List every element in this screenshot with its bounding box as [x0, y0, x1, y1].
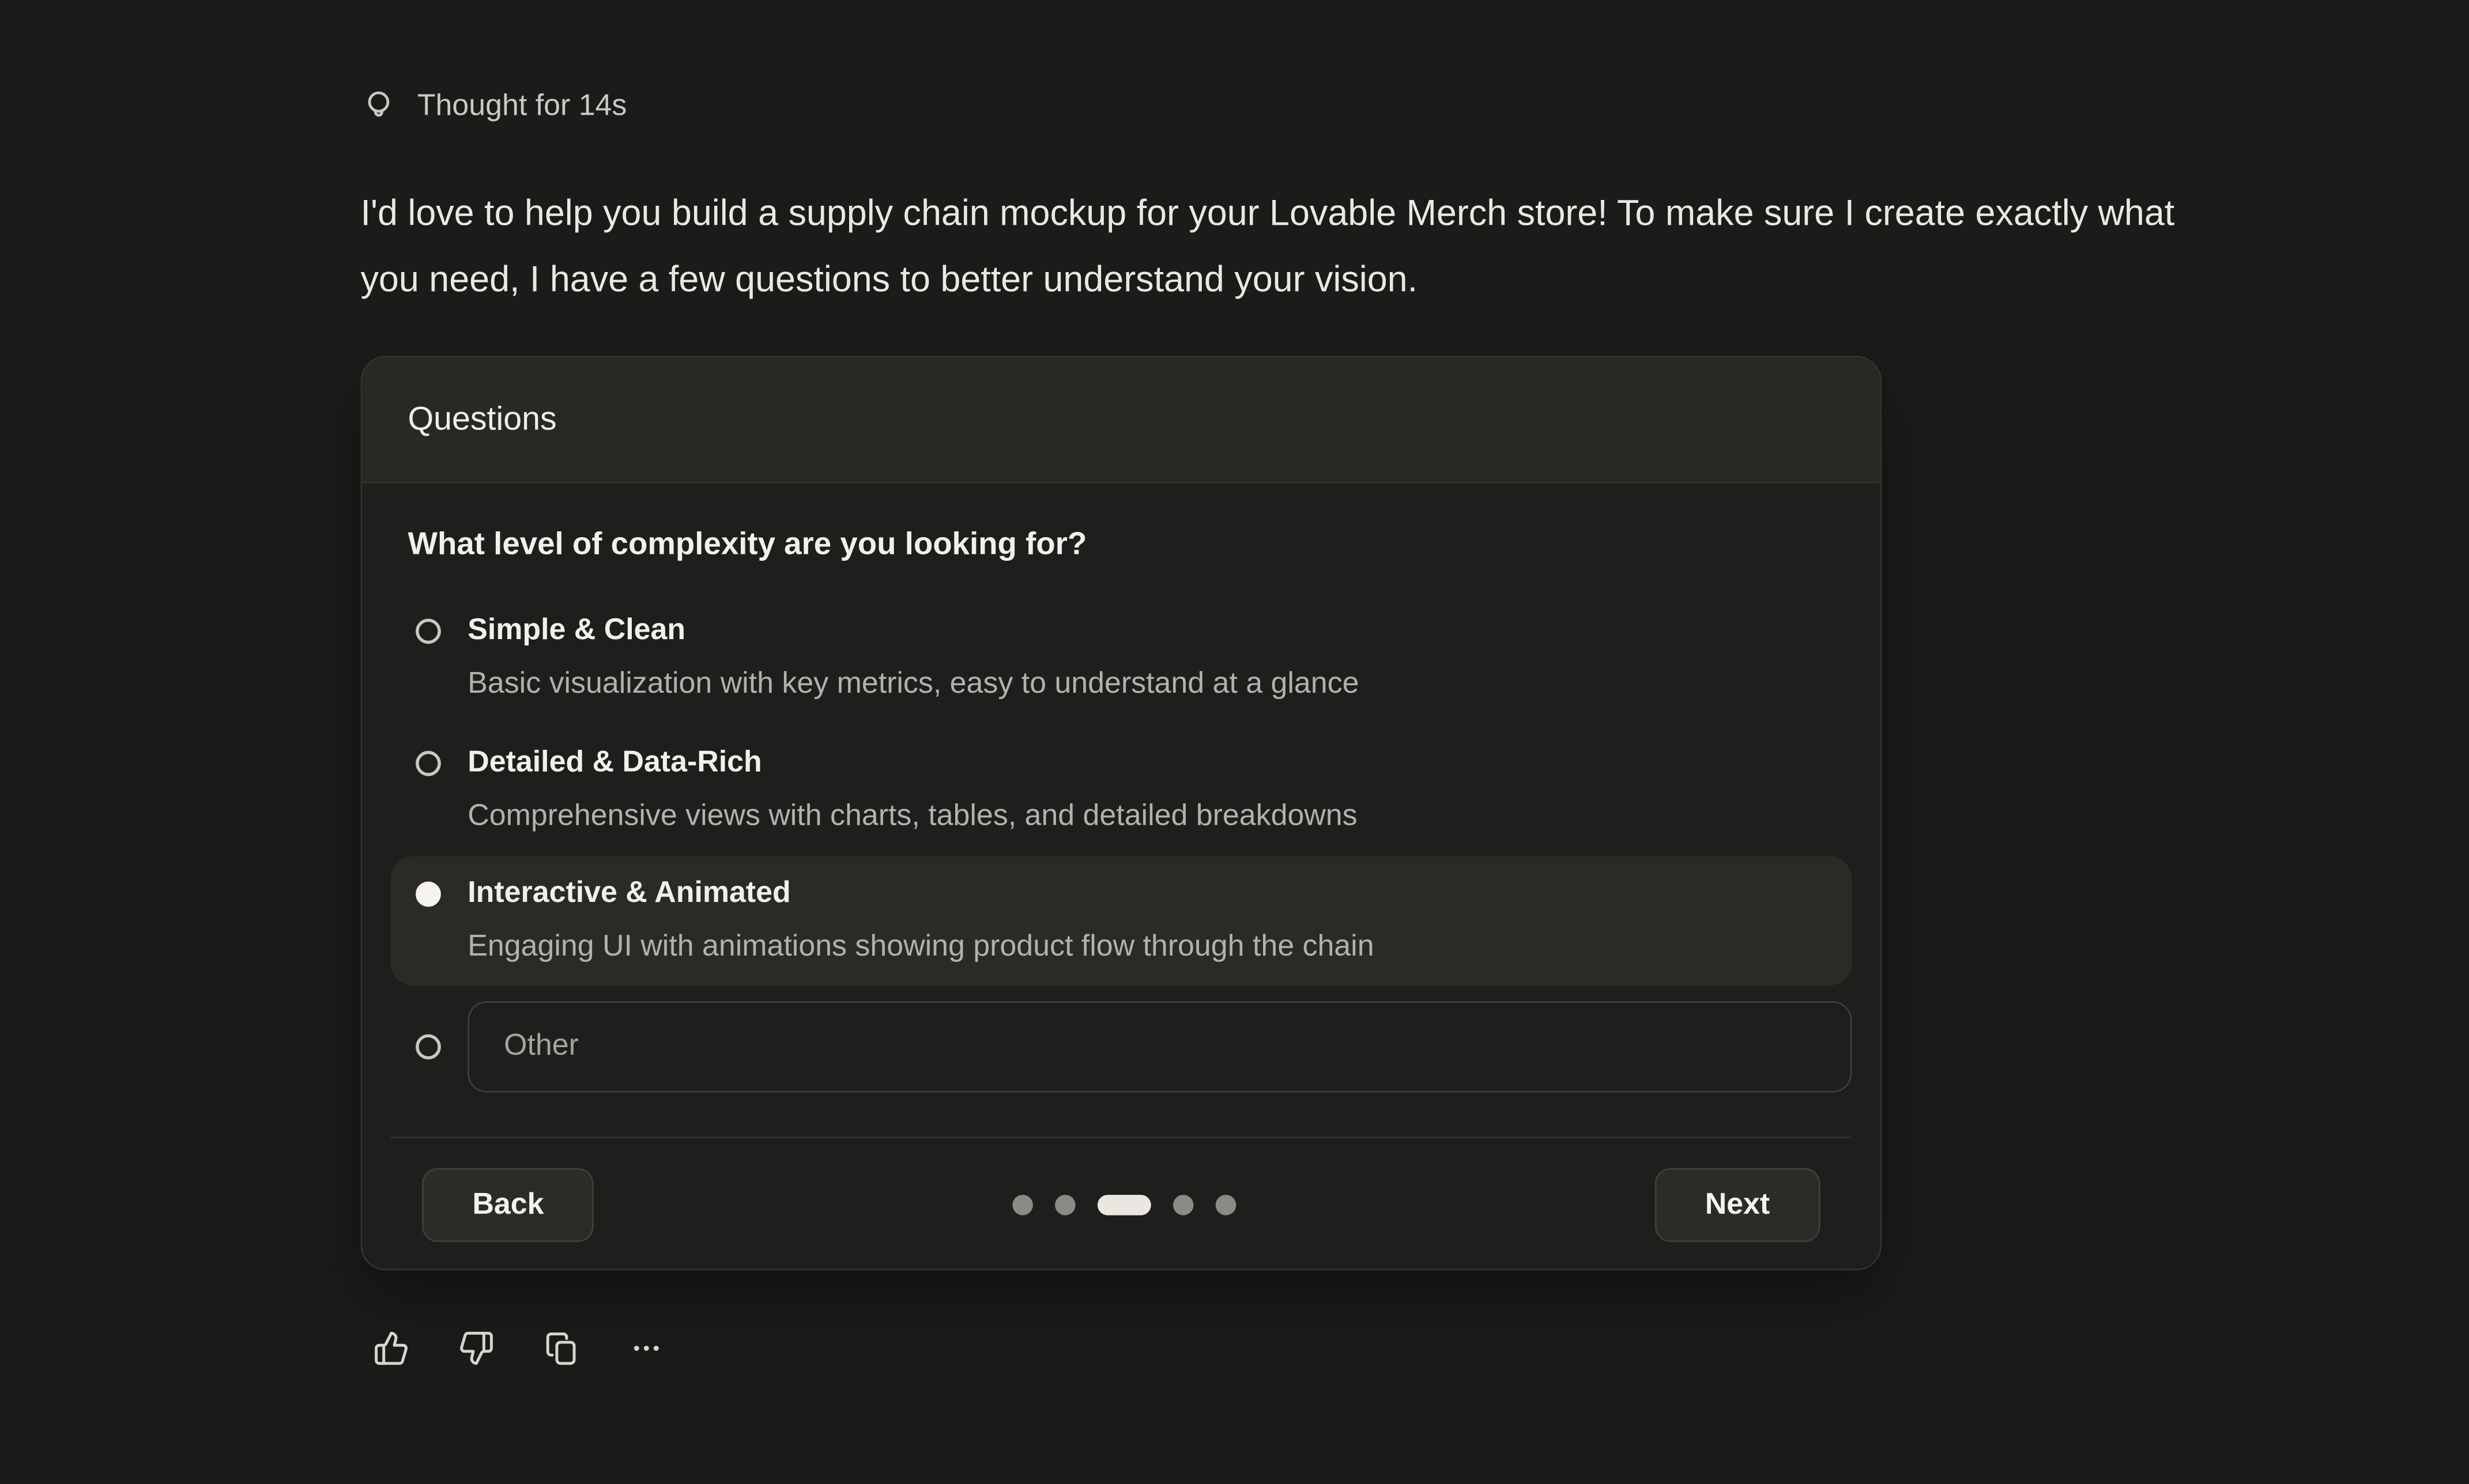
pagination-dot[interactable]	[1013, 1195, 1034, 1215]
pagination-dots	[594, 1195, 1654, 1215]
pagination-dot[interactable]	[1173, 1195, 1194, 1215]
questions-card-header: Questions	[362, 357, 1880, 484]
copy-button[interactable]	[543, 1330, 579, 1366]
lightbulb-icon	[361, 88, 397, 124]
thumbs-up-button[interactable]	[373, 1330, 409, 1366]
option-other[interactable]	[390, 1001, 1852, 1092]
question-title: What level of complexity are you looking…	[408, 527, 1834, 562]
questions-card-footer: Back Next	[390, 1136, 1852, 1268]
pagination-dot-active[interactable]	[1098, 1195, 1151, 1215]
thumbs-up-icon	[373, 1330, 409, 1366]
questions-card: Questions What level of complexity are y…	[361, 356, 1882, 1270]
back-button[interactable]: Back	[422, 1168, 594, 1242]
option-description: Comprehensive views with charts, tables,…	[468, 796, 1357, 837]
option-description: Basic visualization with key metrics, ea…	[468, 664, 1359, 705]
copy-icon	[543, 1330, 579, 1366]
pagination-dot[interactable]	[1216, 1195, 1237, 1215]
assistant-message: Thought for 14s I'd love to help you bui…	[361, 85, 2219, 1366]
ellipsis-icon	[628, 1330, 665, 1366]
chat-page: Thought for 14s I'd love to help you bui…	[0, 0, 2469, 1484]
pagination-dot[interactable]	[1055, 1195, 1076, 1215]
option-description: Engaging UI with animations showing prod…	[468, 927, 1374, 968]
thought-label: Thought for 14s	[417, 85, 627, 128]
option-detailed-data-rich[interactable]: Detailed & Data-Rich Comprehensive views…	[390, 724, 1852, 856]
message-actions	[373, 1330, 2218, 1366]
option-interactive-animated[interactable]: Interactive & Animated Engaging UI with …	[390, 856, 1852, 985]
option-title: Simple & Clean	[468, 611, 1359, 652]
radio-unselected-icon[interactable]	[416, 751, 441, 776]
thought-toggle[interactable]: Thought for 14s	[361, 85, 2219, 128]
other-input[interactable]	[468, 1001, 1852, 1092]
radio-selected-icon[interactable]	[416, 882, 441, 907]
option-title: Interactive & Animated	[468, 874, 1374, 915]
next-button[interactable]: Next	[1654, 1168, 1820, 1242]
message-text: I'd love to help you build a supply chai…	[361, 179, 2211, 311]
radio-unselected-icon[interactable]	[416, 618, 441, 644]
option-simple-clean[interactable]: Simple & Clean Basic visualization with …	[390, 592, 1852, 724]
thumbs-down-icon	[458, 1330, 495, 1366]
card-title: Questions	[408, 401, 556, 439]
thumbs-down-button[interactable]	[458, 1330, 495, 1366]
questions-card-body: What level of complexity are you looking…	[362, 484, 1880, 1269]
option-title: Detailed & Data-Rich	[468, 743, 1357, 784]
radio-unselected-icon[interactable]	[416, 1034, 441, 1060]
more-options-button[interactable]	[628, 1330, 665, 1366]
